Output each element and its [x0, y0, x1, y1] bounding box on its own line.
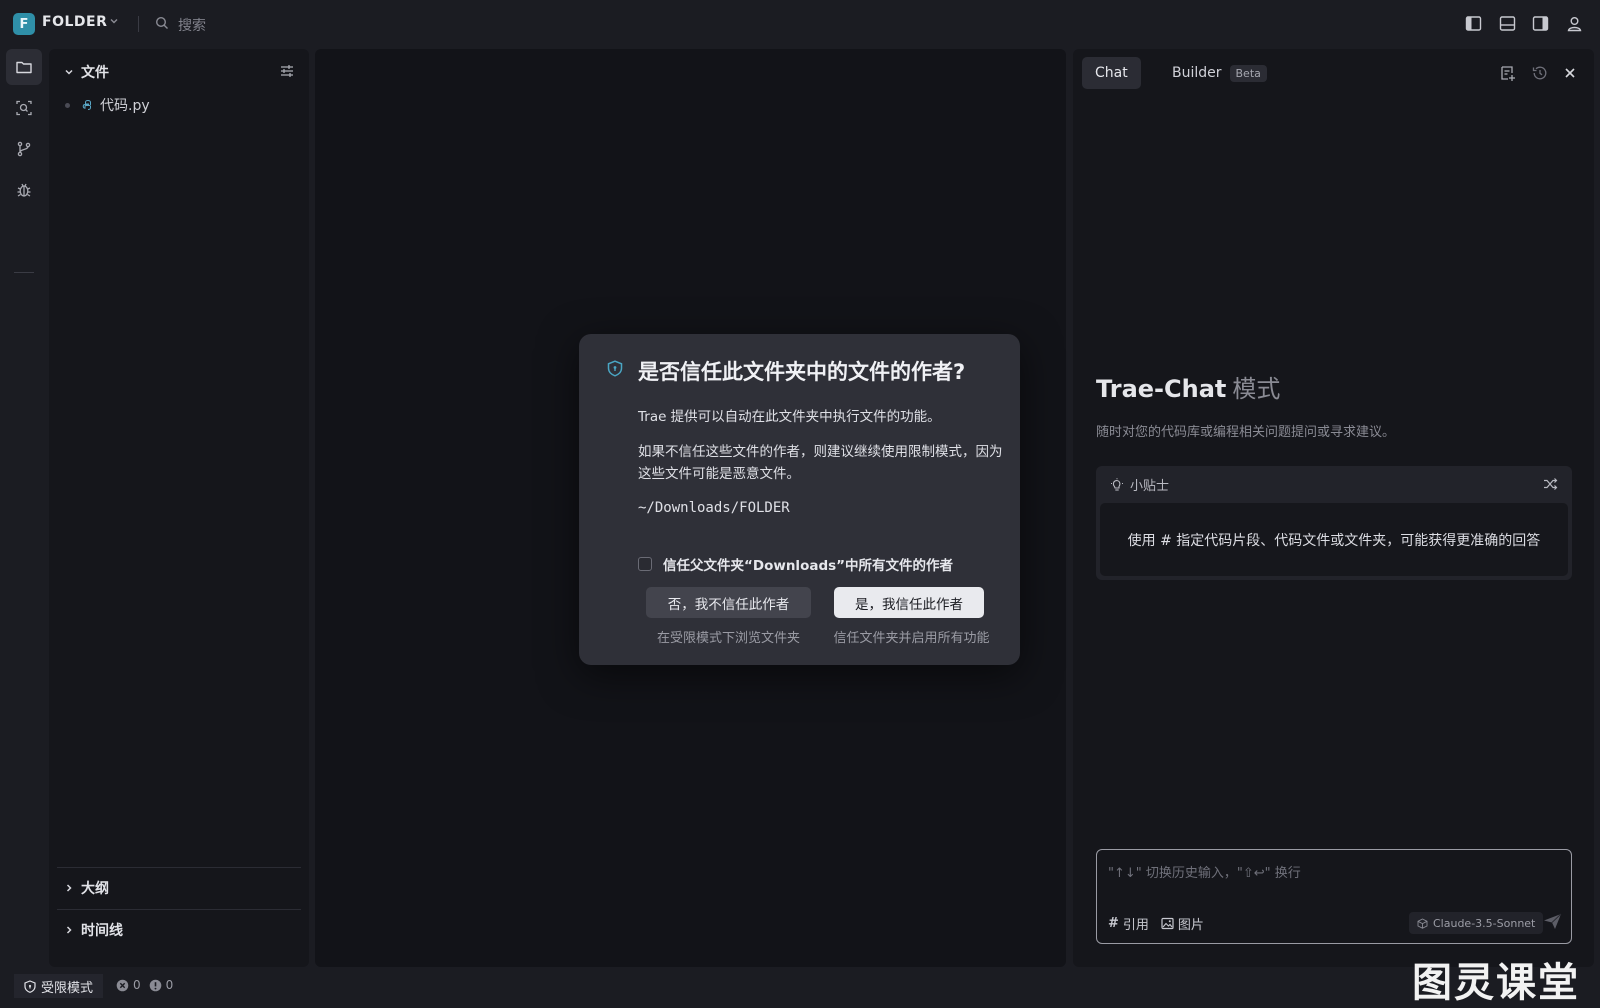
reference-button[interactable]: # 引用	[1108, 914, 1149, 933]
reference-label: 引用	[1122, 918, 1149, 933]
mode-subtitle: 随时对您的代码库或编程相关问题提问或寻求建议。	[1096, 425, 1396, 440]
mode-title-suffix: 模式	[1232, 375, 1281, 403]
trust-hint: 信任文件夹并启用所有功能	[833, 631, 990, 646]
tip-text: 使用 # 指定代码片段、代码文件或文件夹，可能获得更准确的回答	[1100, 503, 1568, 576]
beta-badge: Beta	[1229, 64, 1267, 82]
chat-panel: Chat Builder Beta Trae-Chat 模式 随时对您的代码库或编…	[1073, 49, 1594, 967]
bug-icon	[17, 183, 31, 197]
chevron-down-icon	[65, 69, 73, 75]
tips-header: 小贴士	[1110, 475, 1169, 494]
warning-count: 0	[165, 978, 174, 992]
image-label: 图片	[1177, 918, 1204, 933]
folder-path: ~/Downloads/FOLDER	[638, 500, 790, 516]
trust-parent-label[interactable]: 信任父文件夹“Downloads”中所有文件的作者	[663, 554, 953, 574]
error-icon	[116, 979, 129, 991]
lightbulb-icon	[1111, 477, 1123, 491]
error-count: 0	[133, 978, 141, 992]
history-icon[interactable]	[1531, 64, 1549, 82]
search-input[interactable]: 搜索	[178, 15, 206, 35]
dont-trust-button[interactable]: 否，我不信任此作者	[646, 587, 811, 618]
send-icon[interactable]	[1543, 913, 1562, 930]
toggle-left-panel-icon[interactable]	[1465, 15, 1482, 32]
dialog-paragraph: Trae 提供可以自动在此文件夹中执行文件的功能。	[638, 409, 941, 425]
status-bar: 受限模式 0 0	[0, 972, 1600, 1000]
project-badge[interactable]: F	[13, 13, 35, 35]
toggle-right-panel-icon[interactable]	[1532, 15, 1549, 32]
restricted-mode-label: 受限模式	[41, 980, 94, 996]
search-icon[interactable]	[155, 16, 169, 30]
explorer-header[interactable]: 文件	[63, 62, 109, 82]
source-control-button[interactable]	[6, 131, 42, 167]
chat-actions: # 引用 图片	[1108, 914, 1216, 933]
cube-icon	[1417, 917, 1428, 929]
watermark: 图灵课堂	[1412, 959, 1580, 1006]
close-icon[interactable]	[1563, 66, 1577, 80]
modified-dot	[65, 102, 70, 108]
search-view-button[interactable]	[6, 90, 42, 126]
git-branch-icon	[17, 141, 31, 157]
trust-parent-checkbox[interactable]	[638, 557, 652, 571]
restricted-mode-indicator[interactable]: 受限模式	[14, 974, 104, 998]
tab-builder[interactable]: Builder Beta	[1159, 57, 1280, 89]
image-button[interactable]: 图片	[1161, 914, 1204, 933]
trust-dialog: 是否信任此文件夹中的文件的作者? Trae 提供可以自动在此文件夹中执行文件的功…	[579, 334, 1020, 665]
tab-chat[interactable]: Chat	[1082, 57, 1141, 89]
account-icon[interactable]	[1566, 15, 1583, 32]
filter-settings-icon[interactable]	[279, 63, 295, 79]
tab-label: Builder	[1172, 65, 1222, 81]
chevron-right-icon	[66, 884, 72, 892]
divider	[138, 16, 139, 32]
folder-icon	[16, 61, 32, 74]
chevron-right-icon	[66, 926, 72, 934]
model-name: Claude-3.5-Sonnet	[1433, 916, 1536, 930]
image-icon	[1161, 917, 1174, 930]
shield-icon	[24, 979, 36, 993]
toggle-bottom-panel-icon[interactable]	[1499, 15, 1516, 32]
explorer-panel: 文件 代码.py 大纲 时间线	[49, 49, 309, 967]
outline-section[interactable]: 大纲	[63, 878, 109, 898]
tab-label: Chat	[1095, 65, 1128, 81]
tips-title: 小贴士	[1130, 479, 1170, 494]
dialog-paragraph: 如果不信任这些文件的作者，则建议继续使用限制模式，因为这些文件可能是恶意文件。	[638, 444, 1003, 482]
file-item[interactable]: 代码.py	[65, 95, 150, 115]
file-name: 代码.py	[100, 98, 150, 114]
problems-indicator[interactable]: 0 0	[116, 978, 181, 992]
dialog-title: 是否信任此文件夹中的文件的作者?	[638, 360, 966, 384]
shuffle-icon[interactable]	[1543, 477, 1558, 491]
trust-button[interactable]: 是，我信任此作者	[834, 587, 984, 618]
chat-input-placeholder: "↑↓" 切换历史输入，"⇧↩" 换行	[1108, 866, 1301, 881]
trust-parent-option[interactable]: 信任父文件夹“Downloads”中所有文件的作者	[638, 554, 953, 574]
chevron-down-icon[interactable]	[108, 15, 120, 27]
divider	[57, 909, 301, 910]
warning-icon	[149, 979, 161, 991]
python-file-icon	[82, 99, 91, 110]
shield-icon	[607, 360, 623, 377]
explorer-title: 文件	[81, 65, 109, 81]
explorer-button[interactable]	[6, 49, 42, 85]
activity-bar	[0, 48, 48, 968]
divider	[57, 867, 301, 868]
chat-input[interactable]: "↑↓" 切换历史输入，"⇧↩" 换行 # 引用 图片 Claude-3.5-S…	[1096, 849, 1572, 944]
tips-card: 小贴士 使用 # 指定代码片段、代码文件或文件夹，可能获得更准确的回答	[1096, 466, 1572, 580]
divider	[14, 272, 34, 273]
timeline-section[interactable]: 时间线	[63, 920, 123, 940]
hash-icon: #	[1108, 916, 1119, 931]
search-code-icon	[16, 100, 32, 116]
mode-title-main: Trae-Chat	[1096, 375, 1227, 403]
project-name[interactable]: FOLDER	[42, 14, 107, 30]
new-chat-icon[interactable]	[1499, 64, 1517, 82]
title-bar: F FOLDER 搜索	[0, 0, 1600, 48]
debug-button[interactable]	[6, 172, 42, 208]
timeline-label: 时间线	[81, 923, 123, 939]
outline-label: 大纲	[81, 881, 109, 897]
model-selector[interactable]: Claude-3.5-Sonnet	[1409, 912, 1544, 934]
mode-title: Trae-Chat 模式	[1096, 369, 1280, 404]
dont-trust-hint: 在受限模式下浏览文件夹	[656, 631, 800, 646]
